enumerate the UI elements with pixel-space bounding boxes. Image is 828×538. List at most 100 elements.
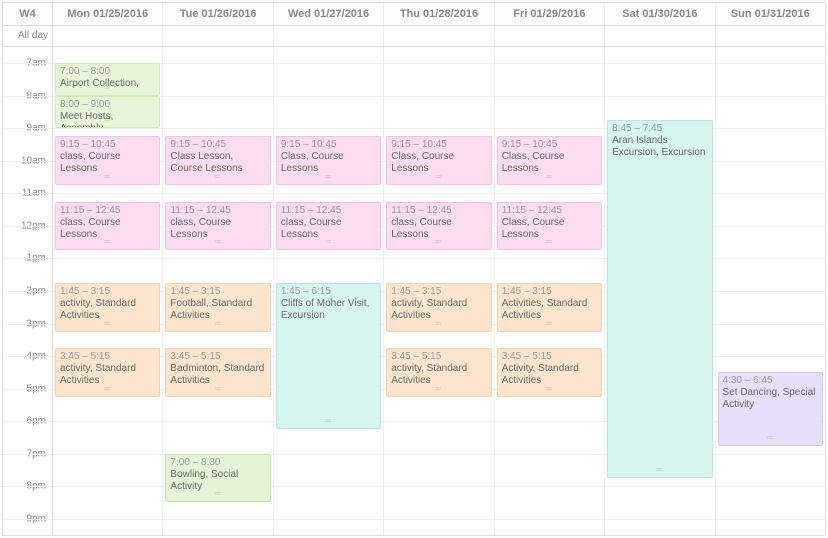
event-time: 9:15 – 10:45	[281, 139, 376, 151]
event-resize-handle[interactable]: ═	[277, 415, 380, 427]
day-column[interactable]: 9:15 – 10:45Class, Course Lessons═ 11:15 …	[384, 47, 494, 535]
hour-gridline	[384, 128, 493, 129]
hour-gridline	[3, 63, 52, 64]
hour-gridline	[163, 128, 272, 129]
day-header[interactable]: Thu 01/28/2016	[384, 3, 494, 25]
hour-gridline	[53, 193, 162, 194]
day-column[interactable]: 9:15 – 10:45Class, Course Lessons═11:15 …	[274, 47, 384, 535]
hour-gridline	[274, 96, 383, 97]
hour-gridline	[605, 96, 714, 97]
hour-gridline	[3, 324, 52, 325]
event-title: Cliffs of Moher Visit, Excursion	[281, 298, 376, 322]
hour-gridline	[163, 258, 272, 259]
hour-gridline	[53, 421, 162, 422]
calendar-event[interactable]: 11:15 – 12:45class, Course Lessons═	[386, 202, 491, 251]
calendar-event[interactable]: 4:30 – 6:45Set Dancing, Special Activity…	[718, 372, 823, 445]
event-title: class, Course Lessons	[60, 217, 155, 241]
calendar-body[interactable]: 7am8am9am10am11am12pm1pm2pm3pm4pm5pm6pm7…	[3, 47, 825, 535]
allday-cell[interactable]	[53, 26, 163, 46]
event-title: Activity, Standard Activities	[502, 363, 597, 387]
calendar-event[interactable]: 1:45 – 3:15activity, Standard Activities…	[386, 283, 491, 332]
day-header[interactable]: Sun 01/31/2016	[716, 3, 825, 25]
calendar-event[interactable]: 1:45 – 6:15Cliffs of Moher Visit, Excurs…	[276, 283, 381, 429]
hour-gridline	[495, 193, 604, 194]
calendar-event[interactable]: 11:15 – 12:45class, Course Lessons═	[165, 202, 270, 251]
hour-gridline	[163, 96, 272, 97]
event-resize-handle[interactable]: ═	[719, 432, 822, 444]
hour-gridline	[495, 486, 604, 487]
hour-gridline	[53, 128, 162, 129]
hour-gridline	[605, 63, 714, 64]
event-time: 3:45 – 5:15	[170, 351, 265, 363]
calendar-event[interactable]: 1:45 – 3:15Football, Standard Activities…	[165, 283, 270, 332]
day-column[interactable]: 9:15 – 10:45Class Lesson, Course Lessons…	[163, 47, 273, 535]
calendar-event[interactable]: 1:45 – 3:15Activities, Standard Activiti…	[497, 283, 602, 332]
event-time: 1:45 – 3:15	[391, 286, 486, 298]
hour-gridline	[384, 96, 493, 97]
calendar-event[interactable]: 3:45 – 5:15activity, Standard Activities…	[386, 348, 491, 397]
calendar-event[interactable]: 3:45 – 5:15Badminton, Standard Activitie…	[165, 348, 270, 397]
hour-gridline	[384, 486, 493, 487]
event-time: 11:15 – 12:45	[281, 205, 376, 217]
event-title: activity, Standard Activities	[60, 363, 155, 387]
calendar-event[interactable]: 11:15 – 12:45class, Course Lessons═	[55, 202, 160, 251]
day-header[interactable]: Tue 01/26/2016	[163, 3, 273, 25]
event-time: 9:15 – 10:45	[170, 139, 265, 151]
day-column[interactable]: 7:00 – 8:00Airport Collection,═8:00 – 9:…	[53, 47, 163, 535]
day-header[interactable]: Sat 01/30/2016	[605, 3, 715, 25]
calendar-event[interactable]: 9:15 – 10:45Class, Course Lessons═	[497, 136, 602, 185]
allday-cell[interactable]	[716, 26, 825, 46]
hour-gridline	[716, 128, 825, 129]
calendar-event[interactable]: 9:15 – 10:45Class, Course Lessons═	[386, 136, 491, 185]
calendar-event[interactable]: 3:45 – 5:15Activity, Standard Activities…	[497, 348, 602, 397]
event-title: Class, Course Lessons	[281, 151, 376, 175]
day-header[interactable]: Fri 01/29/2016	[495, 3, 605, 25]
hour-gridline	[163, 193, 272, 194]
hour-gridline	[163, 63, 272, 64]
day-column[interactable]: 4:30 – 6:45Set Dancing, Special Activity…	[716, 47, 825, 535]
day-column[interactable]: 8:45 – 7:45Aran Islands Excursion, Excur…	[605, 47, 715, 535]
event-time: 7:00 – 8:30	[170, 457, 265, 469]
event-time: 8:00 – 9:00	[60, 99, 155, 111]
hour-gridline	[53, 454, 162, 455]
hour-gridline	[163, 421, 272, 422]
hour-gridline	[384, 421, 493, 422]
day-header[interactable]: Wed 01/27/2016	[274, 3, 384, 25]
calendar-event[interactable]: 7:00 – 8:00Airport Collection,═	[55, 63, 160, 96]
day-header[interactable]: Mon 01/25/2016	[53, 3, 163, 25]
event-time: 9:15 – 10:45	[60, 139, 155, 151]
calendar-event[interactable]: 1:45 – 3:15activity, Standard Activities…	[55, 283, 160, 332]
hour-gridline	[384, 519, 493, 520]
hour-gridline	[274, 63, 383, 64]
hour-gridline	[716, 226, 825, 227]
calendar-event[interactable]: 11:15 – 12:45class, Course Lessons═	[276, 202, 381, 251]
allday-cell[interactable]	[163, 26, 273, 46]
hour-gridline	[3, 486, 52, 487]
event-title: Aran Islands Excursion, Excursion	[612, 135, 707, 159]
hour-gridline	[3, 356, 52, 357]
hour-gridline	[274, 258, 383, 259]
calendar-event[interactable]: 8:00 – 9:00Meet Hosts, Assembly═	[55, 96, 160, 129]
calendar-header-row: W4 Mon 01/25/2016Tue 01/26/2016Wed 01/27…	[3, 3, 825, 26]
hour-gridline	[3, 96, 52, 97]
event-resize-handle[interactable]: ═	[608, 464, 711, 476]
allday-cell[interactable]	[384, 26, 494, 46]
calendar-event[interactable]: 7:00 – 8:30Bowling, Social Activity═	[165, 454, 270, 503]
allday-cell[interactable]	[605, 26, 715, 46]
event-time: 1:45 – 6:15	[281, 286, 376, 298]
calendar-event[interactable]: 11:15 – 12:45Class, Course Lessons═	[497, 202, 602, 251]
hour-gridline	[605, 486, 714, 487]
allday-cell[interactable]	[495, 26, 605, 46]
event-title: Class, Course Lessons	[502, 151, 597, 175]
calendar-event[interactable]: 9:15 – 10:45class, Course Lessons═	[55, 136, 160, 185]
event-title: Class Lesson, Course Lessons	[170, 151, 265, 175]
day-column[interactable]: 9:15 – 10:45Class, Course Lessons═ 11:15 …	[495, 47, 605, 535]
calendar-event[interactable]: 8:45 – 7:45Aran Islands Excursion, Excur…	[607, 120, 712, 478]
calendar-event[interactable]: 9:15 – 10:45Class, Course Lessons═	[276, 136, 381, 185]
allday-label: All day	[3, 26, 53, 46]
event-time: 9:15 – 10:45	[391, 139, 486, 151]
calendar-event[interactable]: 9:15 – 10:45Class Lesson, Course Lessons…	[165, 136, 270, 185]
allday-cell[interactable]	[274, 26, 384, 46]
hour-gridline	[3, 519, 52, 520]
calendar-event[interactable]: 3:45 – 5:15activity, Standard Activities…	[55, 348, 160, 397]
